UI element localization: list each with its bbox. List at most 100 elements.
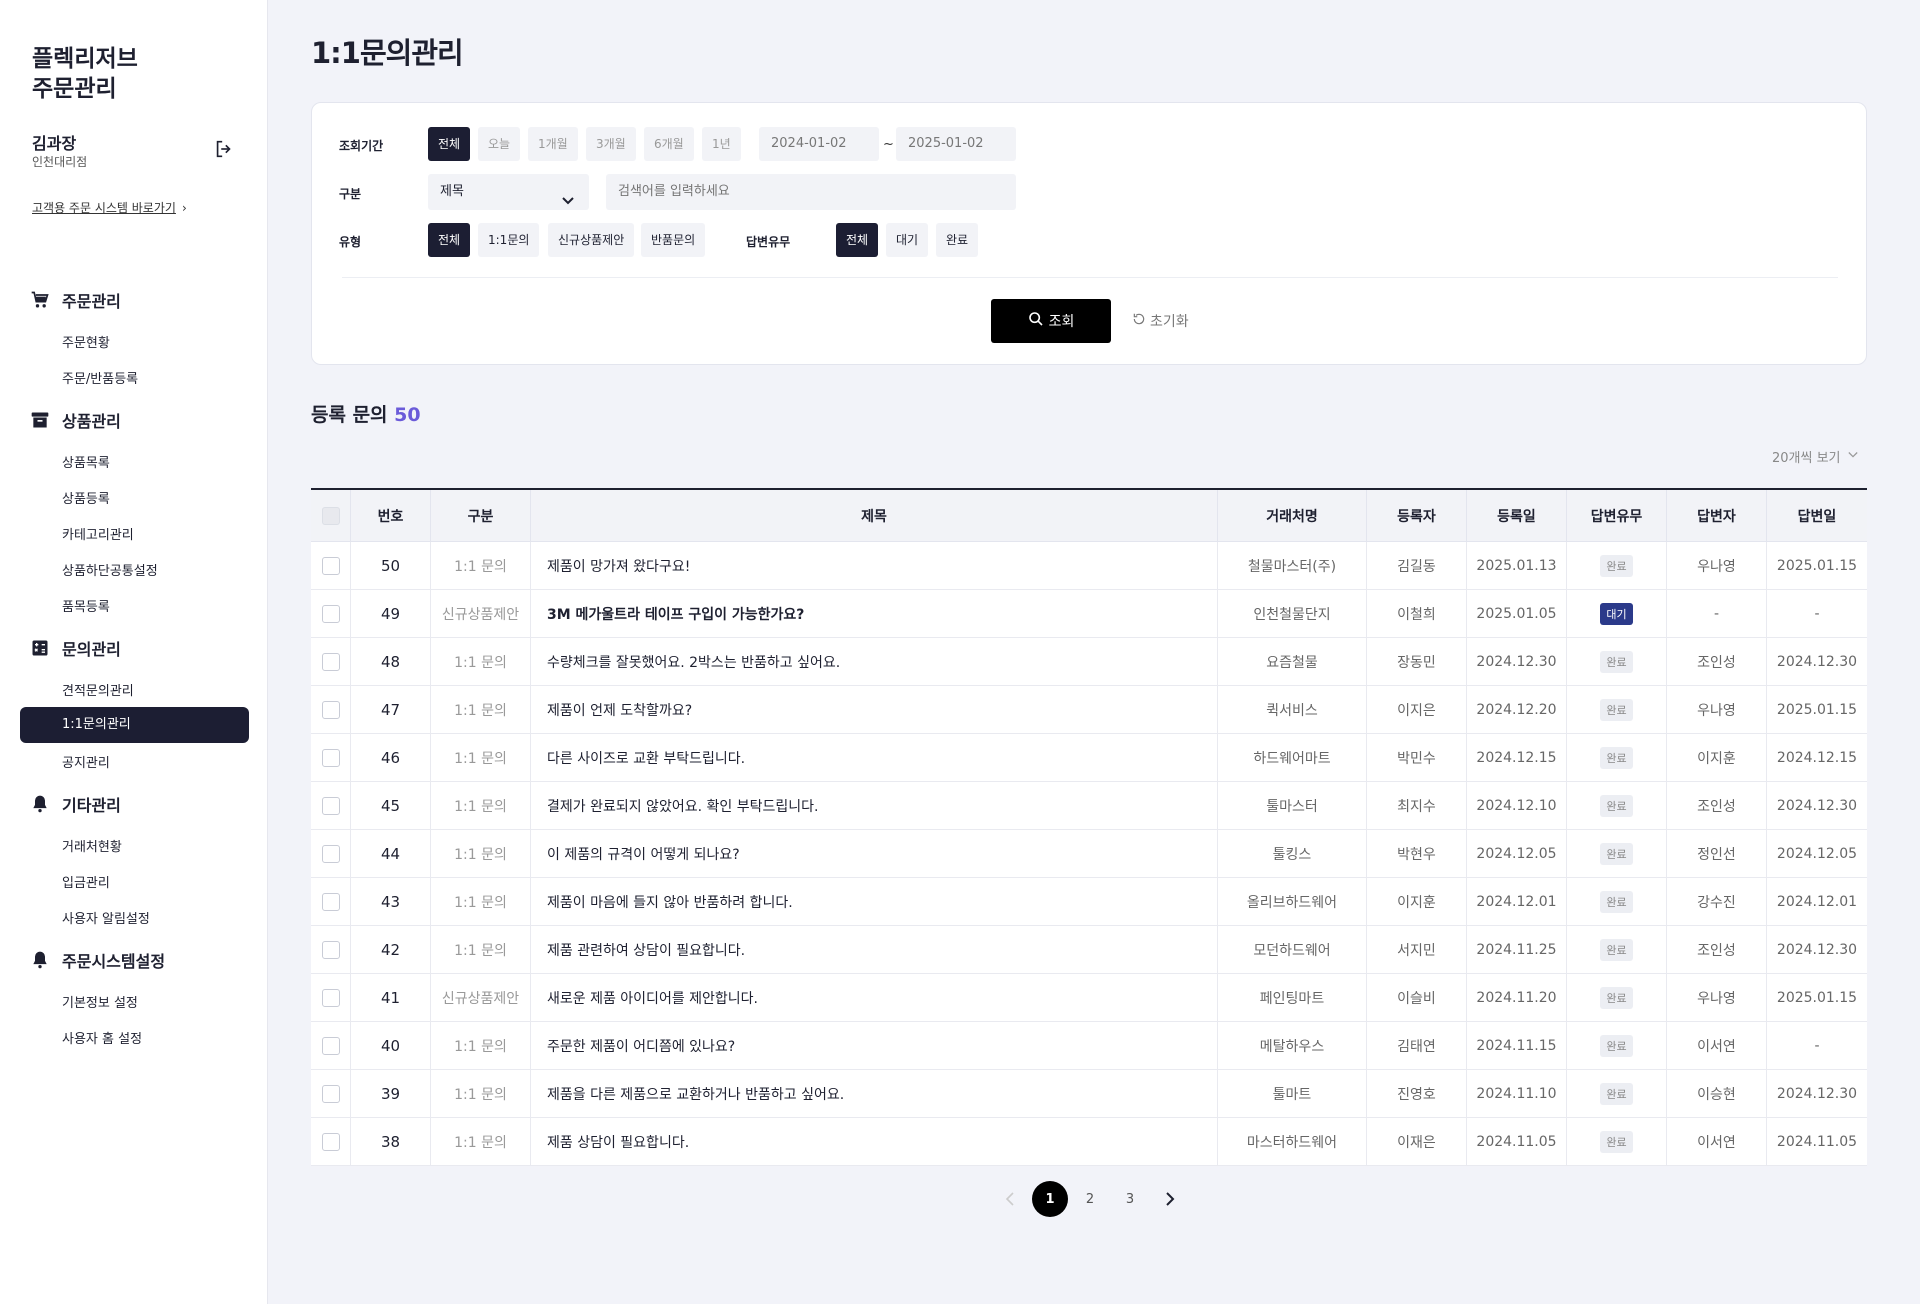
nav-item-deposit[interactable]: 입금관리 xyxy=(62,872,110,891)
nav-item-notice[interactable]: 공지관리 xyxy=(62,752,110,771)
nav-section-inquiry[interactable]: 문의관리 xyxy=(30,636,121,660)
cell-title[interactable]: 제품을 다른 제품으로 교환하거나 반품하고 싶어요. xyxy=(531,1070,1218,1117)
table-row[interactable]: 44 1:1 문의 이 제품의 규격이 어떻게 되나요? 툴킹스 박현우 2024.12.… xyxy=(311,830,1867,878)
nav-item-quote-inquiry[interactable]: 견적문의관리 xyxy=(62,680,134,699)
date-from-input[interactable]: 2024-01-02 xyxy=(759,127,879,161)
period-chip-1m[interactable]: 1개월 xyxy=(528,127,578,161)
cell-title[interactable]: 제품 상담이 필요합니다. xyxy=(531,1118,1218,1165)
header-select-all[interactable] xyxy=(311,490,351,541)
type-chip-new-product[interactable]: 신규상품제안 xyxy=(548,223,635,257)
checkbox[interactable] xyxy=(321,892,340,911)
status-badge: 완료 xyxy=(1600,746,1633,769)
nav-item-item-register[interactable]: 품목등록 xyxy=(62,596,110,615)
nav-section-product[interactable]: 상품관리 xyxy=(30,408,121,432)
table-row[interactable]: 42 1:1 문의 제품 관련하여 상담이 필요합니다. 모던하드웨어 서지민 2024.… xyxy=(311,926,1867,974)
type-chip-all[interactable]: 전체 xyxy=(428,223,471,257)
nav-item-product-list[interactable]: 상품목록 xyxy=(62,452,110,471)
checkbox[interactable] xyxy=(321,652,340,671)
cell-writer: 김태연 xyxy=(1367,1022,1467,1069)
search-input[interactable] xyxy=(606,174,1016,210)
cell-date: 2024.11.15 xyxy=(1467,1022,1567,1069)
page-1-button[interactable]: 1 xyxy=(1030,1181,1070,1217)
prev-page-button[interactable] xyxy=(990,1181,1030,1217)
brand-logo[interactable]: 플렉리저브 주문관리 xyxy=(32,44,138,104)
type-chip-return[interactable]: 반품문의 xyxy=(641,223,706,257)
table-row[interactable]: 50 1:1 문의 제품이 망가져 왔다구요! 철물마스터(주) 김길동 2025.01.… xyxy=(311,542,1867,590)
cell-title[interactable]: 이 제품의 규격이 어떻게 되나요? xyxy=(531,830,1218,877)
per-page-label: 20개씩 보기 xyxy=(1772,451,1841,466)
period-chip-1y[interactable]: 1년 xyxy=(702,127,741,161)
checkbox[interactable] xyxy=(321,844,340,863)
cell-title[interactable]: 제품이 언제 도착할까요? xyxy=(531,686,1218,733)
answer-chip-done[interactable]: 완료 xyxy=(936,223,979,257)
cell-title[interactable]: 3M 메가울트라 테이프 구입이 가능한가요? xyxy=(531,590,1218,637)
nav-item-one-to-one[interactable]: 1:1문의관리 xyxy=(20,707,249,743)
answer-chip-all[interactable]: 전체 xyxy=(836,223,879,257)
period-chip-today[interactable]: 오늘 xyxy=(478,127,521,161)
nav-item-client-status[interactable]: 거래처현황 xyxy=(62,836,122,855)
cell-status: 완료 xyxy=(1567,974,1667,1021)
cell-title[interactable]: 수량체크를 잘못했어요. 2박스는 반품하고 싶어요. xyxy=(531,638,1218,685)
table-row[interactable]: 46 1:1 문의 다른 사이즈로 교환 부탁드립니다. 하드웨어마트 박민수 2024.… xyxy=(311,734,1867,782)
customer-shop-link[interactable]: 고객용 주문 시스템 바로가기 › xyxy=(32,199,187,216)
period-chip-all[interactable]: 전체 xyxy=(428,127,471,161)
table-row[interactable]: 38 1:1 문의 제품 상담이 필요합니다. 마스터하드웨어 이재은 2024.11.0… xyxy=(311,1118,1867,1166)
logout-icon[interactable] xyxy=(213,138,235,160)
nav-section-order[interactable]: 주문관리 xyxy=(30,288,121,312)
reset-button[interactable]: 초기화 xyxy=(1132,311,1189,331)
checkbox[interactable] xyxy=(321,1132,340,1151)
table-row[interactable]: 40 1:1 문의 주문한 제품이 어디쯤에 있나요? 메탈하우스 김태연 2024.11… xyxy=(311,1022,1867,1070)
table-row[interactable]: 43 1:1 문의 제품이 마음에 들지 않아 반품하려 합니다. 올리브하드웨어 이지… xyxy=(311,878,1867,926)
date-to-input[interactable]: 2025-01-02 xyxy=(896,127,1016,161)
cell-title[interactable]: 제품이 마음에 들지 않아 반품하려 합니다. xyxy=(531,878,1218,925)
nav-item-user-alert[interactable]: 사용자 알림설정 xyxy=(62,908,150,927)
checkbox[interactable] xyxy=(321,700,340,719)
cell-title[interactable]: 주문한 제품이 어디쯤에 있나요? xyxy=(531,1022,1218,1069)
table-row[interactable]: 49 신규상품제안 3M 메가울트라 테이프 구입이 가능한가요? 인천철물단지 이철희… xyxy=(311,590,1867,638)
cell-title[interactable]: 결제가 완료되지 않았어요. 확인 부탁드립니다. xyxy=(531,782,1218,829)
next-page-button[interactable] xyxy=(1150,1181,1190,1217)
table-row[interactable]: 47 1:1 문의 제품이 언제 도착할까요? 퀵서비스 이지은 2024.12.20 완료… xyxy=(311,686,1867,734)
cell-date: 2025.01.05 xyxy=(1467,590,1567,637)
answer-chip-wait[interactable]: 대기 xyxy=(886,223,929,257)
nav-item-category[interactable]: 카테고리관리 xyxy=(62,524,134,543)
cell-title[interactable]: 제품이 망가져 왔다구요! xyxy=(531,542,1218,589)
checkbox[interactable] xyxy=(321,604,340,623)
cell-date: 2024.12.20 xyxy=(1467,686,1567,733)
bell-icon xyxy=(30,950,50,970)
cell-title[interactable]: 다른 사이즈로 교환 부탁드립니다. xyxy=(531,734,1218,781)
nav-item-order-return-register[interactable]: 주문/반품등록 xyxy=(62,368,138,387)
nav-section-system[interactable]: 주문시스템설정 xyxy=(30,948,165,972)
checkbox[interactable] xyxy=(321,748,340,767)
category-select[interactable]: 제목 xyxy=(428,174,589,210)
checkbox[interactable] xyxy=(321,556,340,575)
page-3-button[interactable]: 3 xyxy=(1110,1181,1150,1217)
table-row[interactable]: 45 1:1 문의 결제가 완료되지 않았어요. 확인 부탁드립니다. 툴마스터 최지수… xyxy=(311,782,1867,830)
period-chip-6m[interactable]: 6개월 xyxy=(644,127,694,161)
checkbox[interactable] xyxy=(321,1036,340,1055)
nav-item-basic-info[interactable]: 기본정보 설정 xyxy=(62,992,138,1011)
nav-item-order-status[interactable]: 주문현황 xyxy=(62,332,110,351)
page-2-button[interactable]: 2 xyxy=(1070,1181,1110,1217)
table-row[interactable]: 41 신규상품제안 새로운 제품 아이디어를 제안합니다. 페인팅마트 이슬비 2024.… xyxy=(311,974,1867,1022)
type-chip-one-to-one[interactable]: 1:1문의 xyxy=(478,223,540,257)
checkbox[interactable] xyxy=(321,940,340,959)
table-row[interactable]: 48 1:1 문의 수량체크를 잘못했어요. 2박스는 반품하고 싶어요. 요즘철물 장… xyxy=(311,638,1867,686)
checkbox[interactable] xyxy=(321,1084,340,1103)
period-label: 조회기간 xyxy=(339,139,384,153)
nav-item-user-home[interactable]: 사용자 홈 설정 xyxy=(62,1028,142,1047)
nav-section-etc[interactable]: 기타관리 xyxy=(30,792,121,816)
nav-item-product-footer[interactable]: 상품하단공통설정 xyxy=(62,560,158,579)
per-page-select[interactable]: 20개씩 보기 xyxy=(1772,447,1859,466)
period-chip-3m[interactable]: 3개월 xyxy=(586,127,636,161)
cell-title[interactable]: 제품 관련하여 상담이 필요합니다. xyxy=(531,926,1218,973)
nav-item-product-register[interactable]: 상품등록 xyxy=(62,488,110,507)
checkbox[interactable] xyxy=(321,506,340,525)
search-button[interactable]: 조회 xyxy=(991,299,1111,343)
cell-title[interactable]: 새로운 제품 아이디어를 제안합니다. xyxy=(531,974,1218,1021)
checkbox[interactable] xyxy=(321,796,340,815)
table-row[interactable]: 39 1:1 문의 제품을 다른 제품으로 교환하거나 반품하고 싶어요. 툴마트 진영… xyxy=(311,1070,1867,1118)
cell-answer-date: 2024.12.30 xyxy=(1776,1085,1858,1102)
checkbox[interactable] xyxy=(321,988,340,1007)
nav-section-label: 주문시스템설정 xyxy=(62,952,166,971)
